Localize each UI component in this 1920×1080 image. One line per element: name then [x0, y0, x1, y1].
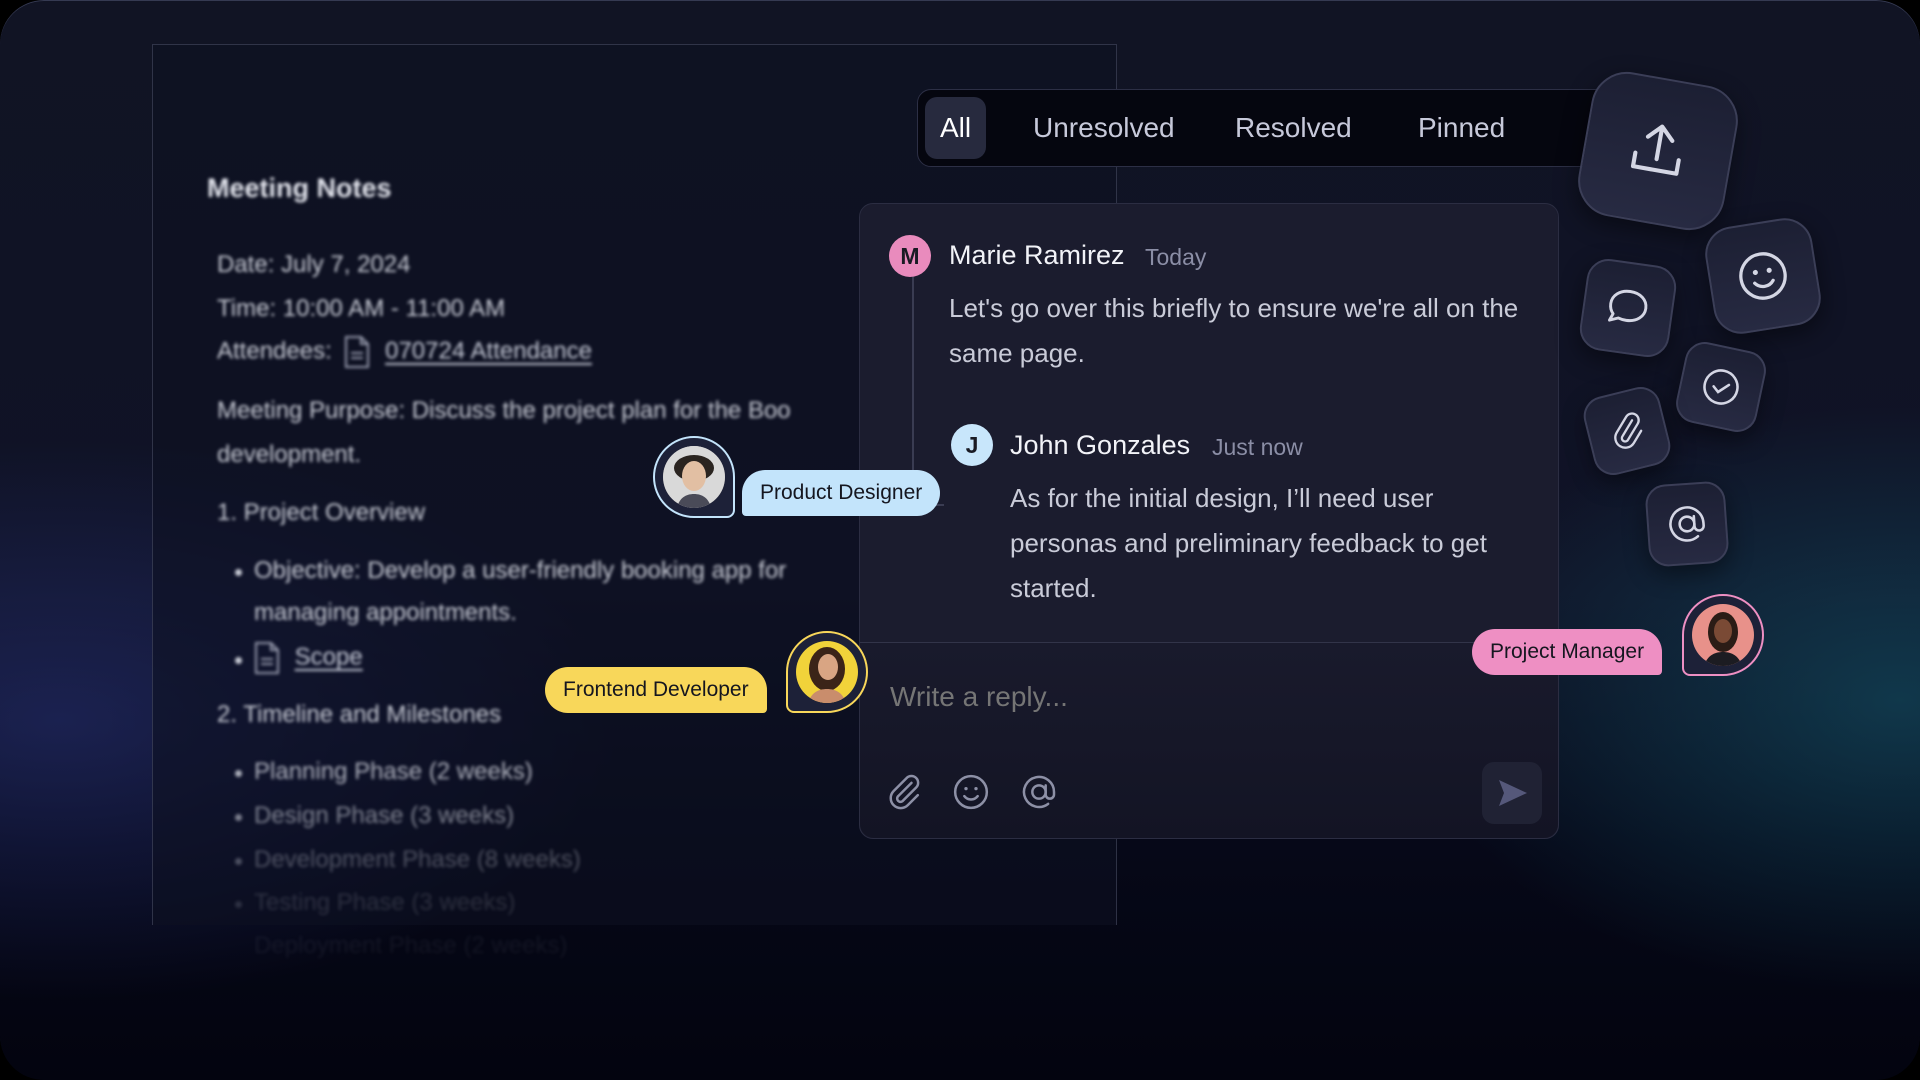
attendees-label: Attendees:: [217, 337, 332, 365]
avatar-photo: [663, 446, 725, 508]
paperclip-icon: [1614, 412, 1643, 449]
at-icon: [1669, 506, 1705, 542]
comment-text: As for the initial design, I’ll need use…: [1010, 483, 1487, 603]
send-button[interactable]: [1482, 762, 1542, 824]
phase-item: Deployment Phase (2 weeks): [254, 932, 568, 959]
bullet: [235, 814, 242, 821]
objective-line-2: managing appointments.: [254, 599, 517, 626]
comment-thread-card: M Marie Ramirez Today Let's go over this…: [859, 203, 1559, 839]
time-line: Time: 10:00 AM - 11:00 AM: [217, 295, 506, 322]
objective-line-1: Objective: Develop a user-friendly booki…: [254, 557, 787, 584]
phase-item: Testing Phase (3 weeks): [254, 889, 516, 916]
bullet: [235, 770, 242, 777]
comment-author: John Gonzales: [1010, 430, 1191, 460]
role-tag-product-designer: Product Designer: [742, 470, 941, 516]
phase-item: Design Phase (3 weeks): [254, 802, 515, 829]
document-file-icon: [254, 641, 280, 675]
comment-tile[interactable]: [1577, 256, 1679, 360]
role-tag-frontend-developer: Frontend Developer: [545, 667, 767, 713]
role-tag-project-manager: Project Manager: [1472, 629, 1663, 675]
tab-unresolved[interactable]: Unresolved: [1018, 97, 1190, 159]
reply-input[interactable]: [888, 680, 1392, 714]
section-project-overview: 1. Project Overview: [217, 499, 426, 526]
send-icon: [1499, 780, 1527, 806]
date-line: Date: July 7, 2024: [217, 251, 411, 278]
bullet: [235, 858, 242, 865]
phase-item: Development Phase (8 weeks): [254, 846, 581, 873]
scope-item: Scope: [254, 641, 363, 675]
avatar-photo: [1692, 604, 1754, 666]
check-circle-icon: [1703, 369, 1739, 405]
frontend-developer-avatar[interactable]: [786, 631, 868, 713]
chat-bubble-icon: [1608, 289, 1648, 323]
resolve-tile[interactable]: [1672, 338, 1770, 436]
smiley-icon: [1739, 252, 1787, 300]
avatar-john: J: [951, 424, 993, 466]
phase-item: Planning Phase (2 weeks): [254, 758, 533, 785]
comment-time: Just now: [1212, 434, 1303, 460]
tab-pinned[interactable]: Pinned: [1403, 97, 1520, 159]
scope-link[interactable]: Scope: [295, 643, 363, 670]
attendees-line: Attendees: 070724 Attendance: [217, 335, 592, 369]
document-title: Meeting Notes: [207, 173, 392, 203]
app-frame: Meeting Notes Date: July 7, 2024 Time: 1…: [0, 0, 1920, 1080]
comment-filter-tabs: All Unresolved Resolved Pinned: [917, 89, 1629, 167]
purpose-line-1: Meeting Purpose: Discuss the project pla…: [217, 397, 791, 424]
bullet: [235, 569, 242, 576]
at-icon[interactable]: [1019, 772, 1059, 812]
tab-resolved[interactable]: Resolved: [1220, 97, 1367, 159]
upload-tile[interactable]: [1572, 66, 1744, 236]
avatar-photo: [796, 641, 858, 703]
paperclip-icon[interactable]: [884, 772, 924, 812]
comment-text: Let's go over this briefly to ensure we'…: [949, 293, 1519, 368]
project-manager-avatar[interactable]: [1682, 594, 1764, 676]
attendance-link[interactable]: 070724 Attendance: [385, 337, 592, 364]
tab-all[interactable]: All: [925, 97, 987, 159]
document-file-icon: [344, 335, 370, 369]
attach-tile[interactable]: [1579, 382, 1675, 480]
comment-author: Marie Ramirez: [949, 240, 1125, 270]
section-timeline: 2. Timeline and Milestones: [217, 701, 502, 728]
bullet: [235, 657, 242, 664]
comment-time: Today: [1145, 244, 1207, 270]
purpose-line-2: development.: [217, 441, 362, 468]
mention-tile[interactable]: [1644, 480, 1730, 568]
smiley-icon[interactable]: [951, 772, 991, 812]
product-designer-avatar[interactable]: [653, 436, 735, 518]
avatar-marie: M: [889, 235, 931, 277]
bullet: [235, 901, 242, 908]
upload-icon: [1630, 124, 1681, 176]
smiley-tile[interactable]: [1701, 214, 1825, 338]
